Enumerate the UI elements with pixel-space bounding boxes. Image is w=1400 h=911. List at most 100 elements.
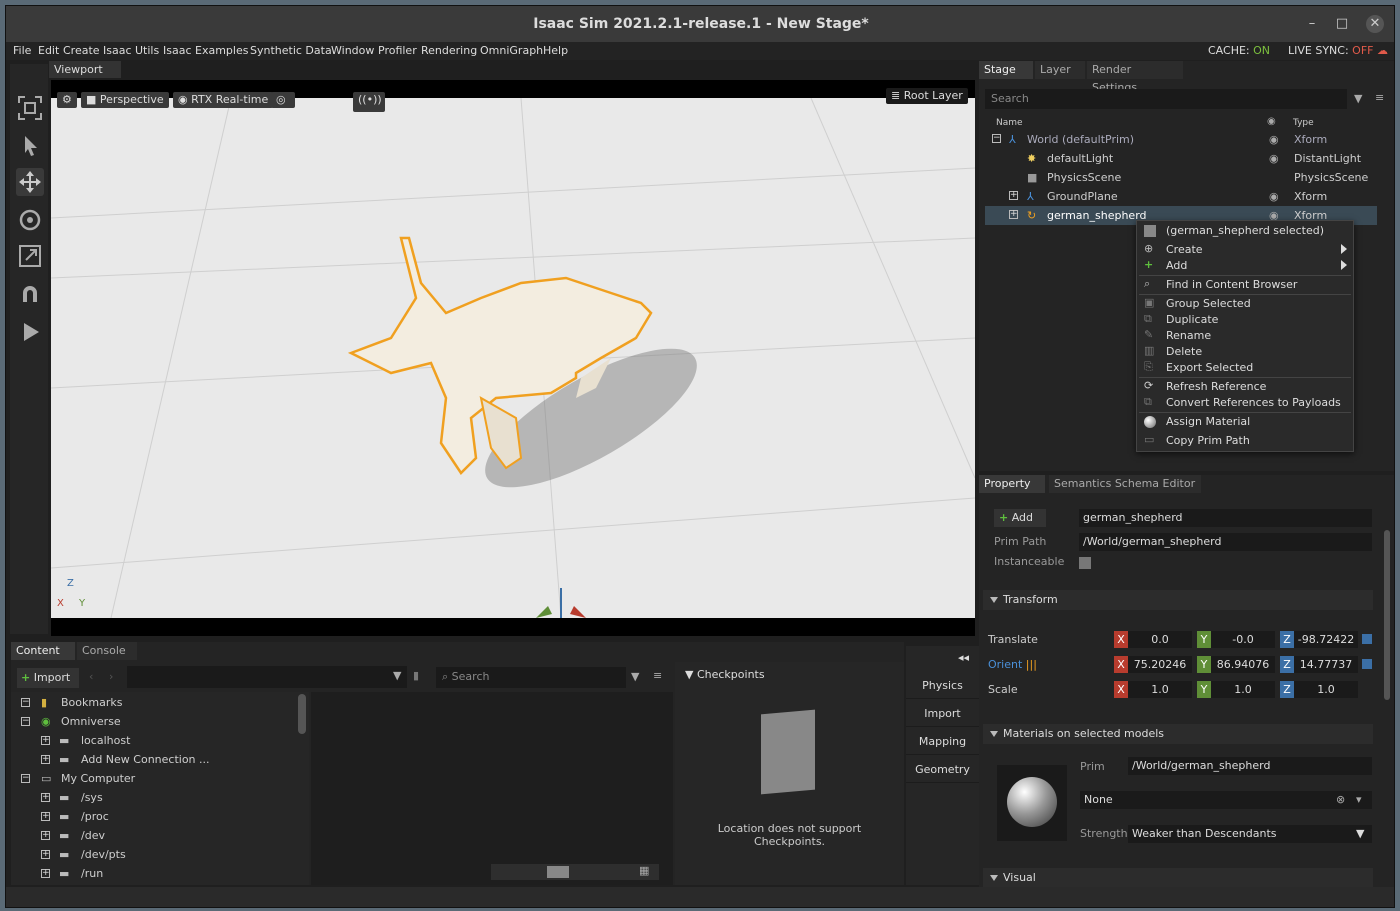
tree-row-defaultlight[interactable]: ✸ defaultLight ◉ DistantLight <box>985 149 1377 168</box>
ctx-convert-references[interactable]: ⧉ Convert References to Payloads <box>1137 395 1353 411</box>
play-icon[interactable] <box>16 318 44 346</box>
chevron-down-icon[interactable]: ▼ <box>393 669 401 682</box>
menu-icon[interactable]: ≡ <box>653 669 662 682</box>
translate-y-field[interactable]: -0.0 <box>1211 631 1275 648</box>
import-sidebar-button[interactable]: Import <box>906 701 979 727</box>
translate-z-field[interactable]: -98.72422 <box>1294 631 1358 648</box>
zoom-slider[interactable]: ▦ <box>491 864 659 880</box>
tree-row-world[interactable]: − ⅄ World (defaultPrim) ◉ Xform <box>985 130 1377 149</box>
bookmark-icon[interactable]: ▮ <box>413 669 419 682</box>
root-layer-selector[interactable]: ≣ Root Layer <box>886 88 968 104</box>
tab-viewport[interactable]: Viewport <box>49 61 121 78</box>
ctx-group-selected[interactable]: ▣ Group Selected <box>1137 296 1353 312</box>
eye-icon[interactable]: ◉ <box>1269 190 1279 203</box>
ctx-assign-material[interactable]: Assign Material <box>1137 414 1353 430</box>
filter-icon[interactable]: ▼ <box>631 670 639 683</box>
filter-icon[interactable]: ▼ <box>1354 92 1362 105</box>
minimize-button[interactable]: – <box>1303 15 1321 33</box>
ctx-rename[interactable]: ✎ Rename <box>1137 328 1353 344</box>
physics-button[interactable]: Physics <box>906 673 979 699</box>
ctx-duplicate[interactable]: ⧉ Duplicate <box>1137 312 1353 328</box>
ctx-export-selected[interactable]: ⎘ Export Selected <box>1137 360 1353 376</box>
materials-section-header[interactable]: Materials on selected models <box>983 724 1373 744</box>
mapping-button[interactable]: Mapping <box>906 729 979 755</box>
orient-y-field[interactable]: 86.94076 <box>1211 656 1275 673</box>
viewport-canvas[interactable]: Z X Y <box>51 97 975 619</box>
instanceable-checkbox[interactable] <box>1079 557 1091 569</box>
camera-selector[interactable]: ■ Perspective <box>81 92 169 108</box>
menu-help[interactable]: Help <box>543 44 568 57</box>
ctx-find-in-content-browser[interactable]: ⌕ Find in Content Browser <box>1137 277 1353 293</box>
menu-isaac-examples[interactable]: Isaac Examples <box>163 44 248 57</box>
menu-profiler[interactable]: Profiler <box>378 44 417 57</box>
add-button[interactable]: + Add <box>994 509 1046 527</box>
orient-z-field[interactable]: 14.77737 <box>1294 656 1358 673</box>
visibility-eye-icon[interactable]: ◎ <box>271 92 295 108</box>
transform-section-header[interactable]: Transform <box>983 590 1373 610</box>
tab-semantics-schema-editor[interactable]: Semantics Schema Editor <box>1049 475 1201 493</box>
eye-icon[interactable]: ◉ <box>1269 133 1279 146</box>
cache-status[interactable]: CACHE: ON <box>1208 44 1270 57</box>
menu-create[interactable]: Create <box>63 44 100 57</box>
menu-omnigraph[interactable]: OmniGraph <box>480 44 543 57</box>
translate-x-field[interactable]: 0.0 <box>1128 631 1192 648</box>
tab-layer[interactable]: Layer <box>1035 61 1085 79</box>
menu-rendering[interactable]: Rendering <box>421 44 477 57</box>
grid-view-icon[interactable]: ▦ <box>639 864 649 877</box>
close-button[interactable]: ✕ <box>1366 15 1384 33</box>
content-search-input[interactable]: ⌕ Search <box>436 667 626 688</box>
strength-select[interactable]: Weaker than Descendants ▼ <box>1128 825 1372 843</box>
orient-x-field[interactable]: 75.20246 <box>1128 656 1192 673</box>
ctx-add[interactable]: + Add <box>1137 258 1353 274</box>
chevron-down-icon[interactable]: ▼ <box>1356 825 1364 843</box>
fit-view-icon[interactable] <box>16 94 44 122</box>
scrollbar[interactable] <box>298 694 306 734</box>
settings-gear-icon[interactable]: ⚙ <box>57 92 77 108</box>
file-list[interactable]: ▦ <box>311 692 673 885</box>
ctx-copy-prim-path[interactable]: ▭ Copy Prim Path <box>1137 433 1353 449</box>
back-icon[interactable]: ‹ <box>89 670 93 683</box>
expand-icon[interactable]: + <box>1009 210 1018 219</box>
renderer-selector[interactable]: ◉ RTX Real-time <box>173 92 274 108</box>
eye-icon[interactable]: ◉ <box>1269 152 1279 165</box>
orient-label[interactable]: Orient ||| <box>988 658 1037 671</box>
tab-render-settings[interactable]: Render Settings <box>1087 61 1183 94</box>
collapse-icon[interactable]: − <box>992 134 1001 143</box>
keyframe-icon[interactable] <box>1362 659 1372 669</box>
keyframe-icon[interactable] <box>1362 634 1372 644</box>
move-tool-icon[interactable] <box>16 168 44 196</box>
scale-z-field[interactable]: 1.0 <box>1294 681 1358 698</box>
select-arrow-icon[interactable] <box>16 132 44 160</box>
broadcast-icon[interactable]: ((•)) <box>353 92 385 112</box>
menu-edit[interactable]: Edit <box>38 44 59 57</box>
slider-handle[interactable] <box>547 866 569 878</box>
live-sync-status[interactable]: LIVE SYNC: OFF ☁ <box>1288 44 1388 57</box>
stage-search-input[interactable]: Search <box>985 89 1347 109</box>
scale-y-field[interactable]: 1.0 <box>1211 681 1275 698</box>
clear-icon[interactable]: ⊗ <box>1336 791 1345 809</box>
chevron-down-icon[interactable]: ▾ <box>1356 791 1362 809</box>
rotate-tool-icon[interactable] <box>16 206 44 234</box>
menu-icon[interactable]: ≡ <box>1375 91 1384 104</box>
geometry-button[interactable]: Geometry <box>906 757 979 783</box>
maximize-button[interactable]: □ <box>1333 15 1351 33</box>
menu-synthetic-data[interactable]: Synthetic Data <box>250 44 332 57</box>
menu-isaac-utils[interactable]: Isaac Utils <box>103 44 159 57</box>
scale-tool-icon[interactable] <box>16 242 44 270</box>
visual-section-header[interactable]: Visual <box>983 868 1373 888</box>
tree-row-groundplane[interactable]: + ⅄ GroundPlane ◉ Xform <box>985 187 1377 206</box>
ctx-delete[interactable]: ▥ Delete <box>1137 344 1353 360</box>
collapse-left-icon[interactable]: ◂◂ <box>958 651 969 664</box>
menu-file[interactable]: File <box>13 44 31 57</box>
tab-console[interactable]: Console <box>77 642 137 660</box>
material-prim-field[interactable]: /World/german_shepherd <box>1128 757 1372 775</box>
snap-magnet-icon[interactable] <box>16 280 44 308</box>
prim-name-field[interactable]: german_shepherd <box>1079 509 1372 527</box>
tab-property[interactable]: Property <box>979 475 1045 493</box>
ctx-create[interactable]: ⊕ Create <box>1137 242 1353 258</box>
import-button[interactable]: + Import <box>17 668 79 688</box>
ctx-refresh-reference[interactable]: ⟳ Refresh Reference <box>1137 379 1353 395</box>
tab-stage[interactable]: Stage <box>979 61 1033 79</box>
material-select[interactable]: None ⊗ ▾ <box>1080 791 1372 809</box>
path-field[interactable]: ▼ <box>127 666 407 688</box>
